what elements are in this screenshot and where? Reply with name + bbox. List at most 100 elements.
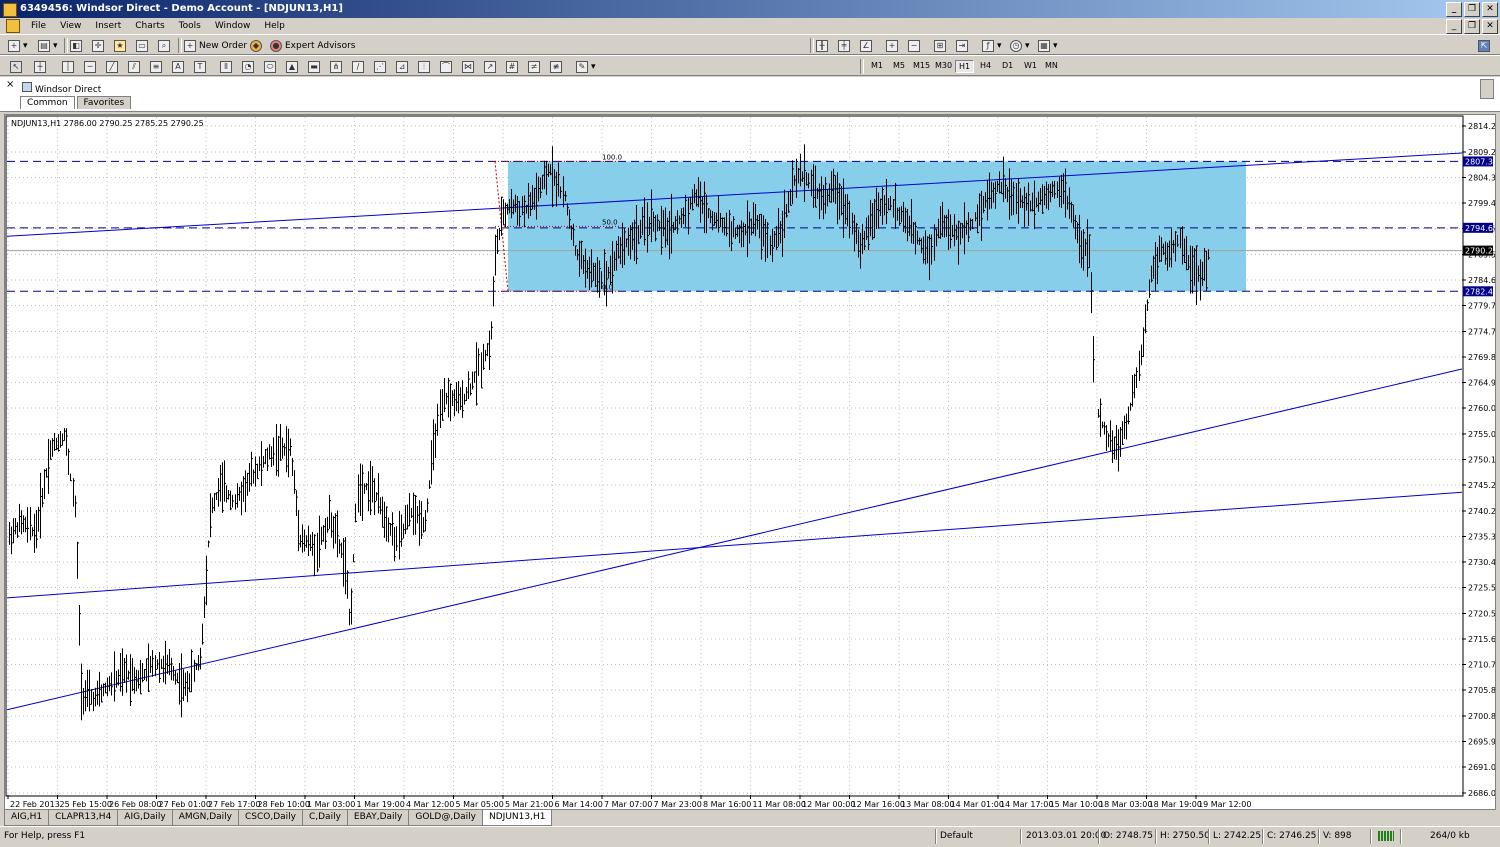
vertical-line-button[interactable]: │: [62, 59, 74, 74]
minimize-button[interactable]: _: [1446, 2, 1462, 17]
navigator-close-icon[interactable]: ×: [6, 79, 14, 90]
timeframe-m1[interactable]: M1: [868, 60, 886, 71]
mdi-restore-button[interactable]: ❐: [1464, 19, 1480, 34]
text-label-button[interactable]: T: [194, 59, 206, 74]
menu-charts[interactable]: Charts: [128, 21, 171, 31]
market-watch-button[interactable]: ◧: [70, 38, 82, 53]
fibo-time-button[interactable]: ⦙: [418, 59, 430, 74]
trendline-button[interactable]: ╱: [106, 59, 118, 74]
pitchfork-button[interactable]: ⋔: [330, 59, 342, 74]
navigator-button[interactable]: ★: [114, 38, 126, 53]
gann-grid-button[interactable]: #: [506, 59, 518, 74]
chart-tab-c-daily[interactable]: C,Daily: [301, 810, 348, 826]
chart-tab-amgn-daily[interactable]: AMGN,Daily: [171, 810, 239, 826]
chart-tab-clapr13-h4[interactable]: CLAPR13,H4: [48, 810, 119, 826]
new-order-button[interactable]: + New Order: [184, 38, 247, 53]
price-axis-label: 2784.60: [1468, 276, 1495, 285]
chart-window[interactable]: 22 Feb 2013 25 Feb 15:00 26 Feb 08:00 27 Fe…: [4, 114, 1496, 810]
profiles-button[interactable]: ▤ ▾: [38, 38, 58, 53]
fibo-expansion-button[interactable]: ⋈: [462, 59, 474, 74]
time-axis-label: 27 Feb 17:00: [208, 800, 260, 809]
chart-tab-gold-daily[interactable]: GOLD@,Daily: [408, 810, 483, 826]
new-chart-icon: +: [8, 39, 20, 52]
chart-tab-ebay-daily[interactable]: EBAY,Daily: [346, 810, 410, 826]
expert-advisors-icon: ●: [270, 39, 282, 52]
timeframe-h1[interactable]: H1: [955, 60, 975, 73]
app-icon: [3, 3, 17, 17]
periods-button[interactable]: ◷ ▾: [1010, 38, 1030, 53]
triangle-button[interactable]: ▲: [286, 59, 298, 74]
strategy-tester-button[interactable]: ⌕: [158, 38, 170, 53]
chart-tab-ndjun13-h1[interactable]: NDJUN13,H1: [482, 810, 553, 826]
chart-tab-aig-daily[interactable]: AIG,Daily: [117, 810, 173, 826]
gann-fan-button[interactable]: ⋰: [374, 59, 386, 74]
price-axis-label: 2740.20: [1468, 507, 1495, 516]
fibonacci-button[interactable]: ≡: [150, 59, 162, 74]
fullscreen-button[interactable]: ⇱: [1478, 38, 1490, 53]
tab-common[interactable]: Common: [20, 96, 75, 109]
chart-tab-aig-h1[interactable]: AIG,H1: [4, 810, 50, 826]
ellipse-fill-button[interactable]: ⬭: [264, 59, 276, 74]
ellipse-button[interactable]: ◔: [242, 59, 254, 74]
zoom-out-button[interactable]: −: [908, 38, 920, 53]
equidistant-channel-button[interactable]: ⫽: [128, 59, 140, 74]
fibo-fan-button[interactable]: ⊿: [396, 59, 408, 74]
arrows-menu-button[interactable]: ✎ ▾: [576, 59, 596, 74]
timeframe-mn[interactable]: MN: [1042, 60, 1061, 71]
chart-tab-csco-daily[interactable]: CSCO,Daily: [237, 810, 303, 826]
expert-advisors-button[interactable]: ● Expert Advisors: [270, 38, 355, 53]
timeframe-w1[interactable]: W1: [1021, 60, 1040, 71]
line-studies-toolbar: ↖ ┼ │ ─ ╱ ⫽ ≡ A T ⦀ ◔ ⬭ ▲ ▬ ⋔ ∕ ⋰ ⊿ ⦙ ⌒ …: [0, 55, 1500, 76]
timeframe-d1[interactable]: D1: [999, 60, 1016, 71]
cursor-button[interactable]: ↖: [10, 59, 22, 74]
line-chart-button[interactable]: ∠: [860, 38, 872, 53]
new-chart-button[interactable]: + ▾: [8, 38, 28, 53]
regression-channel-button[interactable]: ≠: [528, 59, 540, 74]
timeframe-m15[interactable]: M15: [910, 60, 933, 71]
text-button[interactable]: A: [172, 59, 184, 74]
menu-help[interactable]: Help: [257, 21, 292, 31]
crosshair-tool-button[interactable]: ┼: [34, 59, 46, 74]
autoscroll-icon: ⇥: [956, 39, 968, 52]
timeframe-m30[interactable]: M30: [932, 60, 955, 71]
time-axis-label: 11 Mar 08:00: [753, 800, 806, 809]
price-chart[interactable]: 22 Feb 2013 25 Feb 15:0026 Feb 08:0027 Fe…: [5, 115, 1495, 809]
terminal-button[interactable]: ▭: [136, 38, 148, 53]
indicators-button[interactable]: ƒ ▾: [982, 38, 1002, 53]
templates-button[interactable]: ▦ ▾: [1038, 38, 1058, 53]
restore-button[interactable]: ❐: [1464, 2, 1480, 17]
fibonacci-icon: ≡: [150, 60, 162, 73]
timeframe-m5[interactable]: M5: [890, 60, 908, 71]
navigator-scrollbar[interactable]: [1480, 79, 1494, 99]
rectangle-button[interactable]: ▬: [308, 59, 320, 74]
std-dev-channel-button[interactable]: ≢: [550, 59, 562, 74]
gann-line-button[interactable]: ∕: [352, 59, 364, 74]
tile-windows-button[interactable]: ⊞: [934, 38, 946, 53]
cycle-lines-button[interactable]: ⦀: [220, 59, 232, 74]
timeframe-h4[interactable]: H4: [977, 60, 994, 71]
menu-insert[interactable]: Insert: [88, 21, 128, 31]
menu-window[interactable]: Window: [208, 21, 258, 31]
menu-view[interactable]: View: [53, 21, 88, 31]
candlestick-button[interactable]: ╪: [838, 38, 850, 53]
autoscroll-button[interactable]: ⇥: [956, 38, 968, 53]
price-axis-label: 2720.50: [1468, 610, 1495, 619]
mdi-minimize-button[interactable]: _: [1446, 19, 1462, 34]
fibo-arcs-button[interactable]: ⌒: [440, 59, 452, 74]
data-window-button[interactable]: ✛: [92, 38, 104, 53]
mdi-close-button[interactable]: ✕: [1482, 19, 1498, 34]
time-axis-label: 15 Mar 10:00: [1050, 800, 1103, 809]
close-button[interactable]: ✕: [1482, 2, 1498, 17]
menu-tools[interactable]: Tools: [172, 21, 208, 31]
terminal-icon: ▭: [136, 39, 148, 52]
horizontal-line-button[interactable]: ─: [84, 59, 96, 74]
zoom-in-button[interactable]: +: [886, 38, 898, 53]
tab-favorites[interactable]: Favorites: [76, 96, 132, 109]
time-axis-label: 1 Mar 03:00: [307, 800, 355, 809]
metaeditor-button[interactable]: ◆: [250, 38, 262, 53]
menu-file[interactable]: File: [24, 21, 53, 31]
price-axis-label: 2686.00: [1468, 789, 1495, 798]
standard-toolbar: + ▾ ▤ ▾ ◧ ✛ ★ ▭ ⌕ + New Order ◆ ● Expert Adv…: [0, 34, 1500, 55]
arrow-button[interactable]: ↗: [484, 59, 496, 74]
bar-chart-button[interactable]: ╫: [816, 38, 828, 53]
